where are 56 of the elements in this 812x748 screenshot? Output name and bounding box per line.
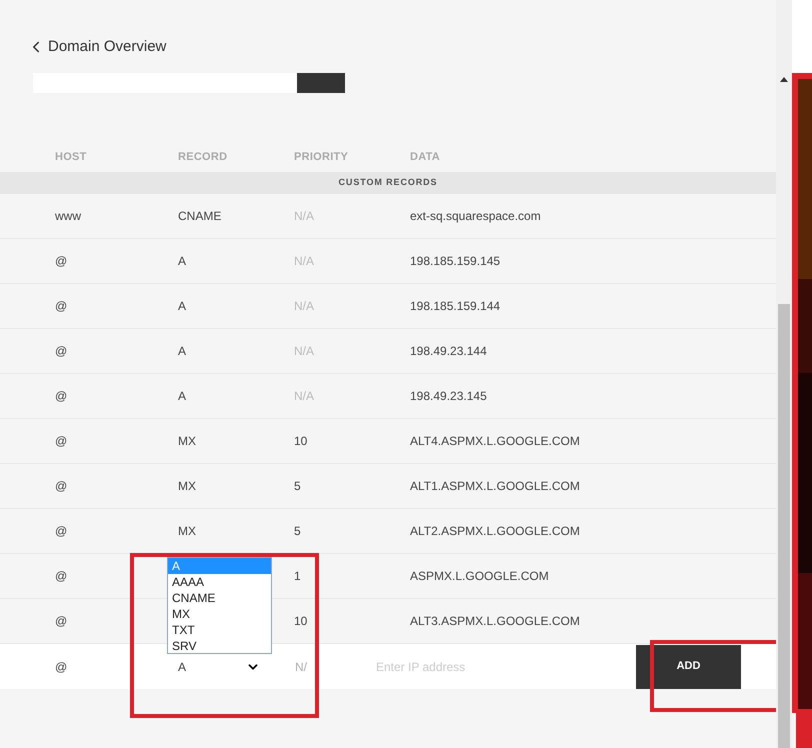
column-header: HOST — [55, 150, 88, 165]
priority-cell-text: N/ — [295, 658, 308, 676]
dropdown-option[interactable]: TXT — [168, 622, 271, 638]
host-cell-text: @ — [55, 433, 68, 450]
record-cell: A — [178, 254, 186, 268]
record-cell: A — [178, 389, 186, 403]
scroll-up-icon[interactable] — [780, 76, 788, 82]
record-cell: CNAME — [178, 209, 222, 223]
host-cell-text: @ — [55, 613, 68, 630]
select-field[interactable] — [33, 73, 297, 93]
dropdown-option[interactable]: MX — [168, 606, 271, 622]
host-cell-text: @ — [55, 298, 68, 315]
data-cell-text: ext-sq.squarespace.com — [410, 208, 541, 225]
dropdown-option[interactable]: CNAME — [168, 590, 271, 606]
priority-cell-text: 5 — [294, 478, 302, 495]
data-cell-text: ALT3.ASPMX.L.GOOGLE.COM — [410, 613, 580, 630]
section-label: CUSTOM RECORDS — [338, 176, 438, 190]
record-cell: MX — [178, 524, 196, 538]
data-cell-text: 198.185.159.144 — [410, 298, 500, 315]
scrollbar-thumb[interactable] — [778, 304, 790, 748]
priority-cell-text: N/A — [294, 253, 316, 270]
record-cell: A — [178, 299, 186, 313]
host-cell-text: www — [55, 208, 82, 225]
priority-cell-text: 10 — [294, 613, 308, 630]
data-cell-text: 198.49.23.144 — [410, 343, 487, 360]
column-header: RECORD — [178, 150, 228, 165]
column-header: DATA — [410, 150, 440, 165]
data-cell-text: 198.185.159.145 — [410, 253, 500, 270]
host-cell-text: @ — [55, 523, 68, 540]
record-cell: MX — [178, 434, 196, 448]
priority-cell-text: 5 — [294, 523, 302, 540]
host-cell-text: @ — [55, 478, 68, 495]
priority-cell-text: N/A — [294, 298, 316, 315]
data-cell-text: ALT2.ASPMX.L.GOOGLE.COM — [410, 523, 580, 540]
priority-cell-text: 10 — [294, 433, 308, 450]
data-cell-text: ASPMX.L.GOOGLE.COM — [410, 568, 549, 585]
record-cell: MX — [178, 479, 196, 493]
priority-cell-text: 1 — [294, 568, 302, 585]
back-link[interactable]: Domain Overview — [27, 36, 166, 58]
dark-button[interactable] — [297, 73, 345, 93]
data-cell-text: ALT4.ASPMX.L.GOOGLE.COM — [410, 433, 580, 450]
priority-cell-text: N/A — [294, 388, 316, 405]
column-header: PRIORITY — [294, 150, 345, 165]
host-cell-text: @ — [55, 253, 68, 270]
host-cell-text: @ — [55, 658, 68, 676]
record-cell: A — [178, 344, 186, 358]
priority-cell-text: N/A — [294, 208, 316, 225]
record-select[interactable]: A — [178, 658, 260, 676]
data-cell-text: 198.49.23.145 — [410, 388, 487, 405]
add-button[interactable]: ADD — [636, 644, 741, 688]
dropdown-option[interactable]: SRV — [168, 638, 271, 654]
host-cell-text: @ — [55, 388, 68, 405]
priority-cell-text: N/A — [294, 343, 316, 360]
data-cell-text: ALT1.ASPMX.L.GOOGLE.COM — [410, 478, 580, 495]
dropdown-option[interactable]: AAAA — [168, 574, 271, 590]
host-cell-text: @ — [55, 343, 68, 360]
